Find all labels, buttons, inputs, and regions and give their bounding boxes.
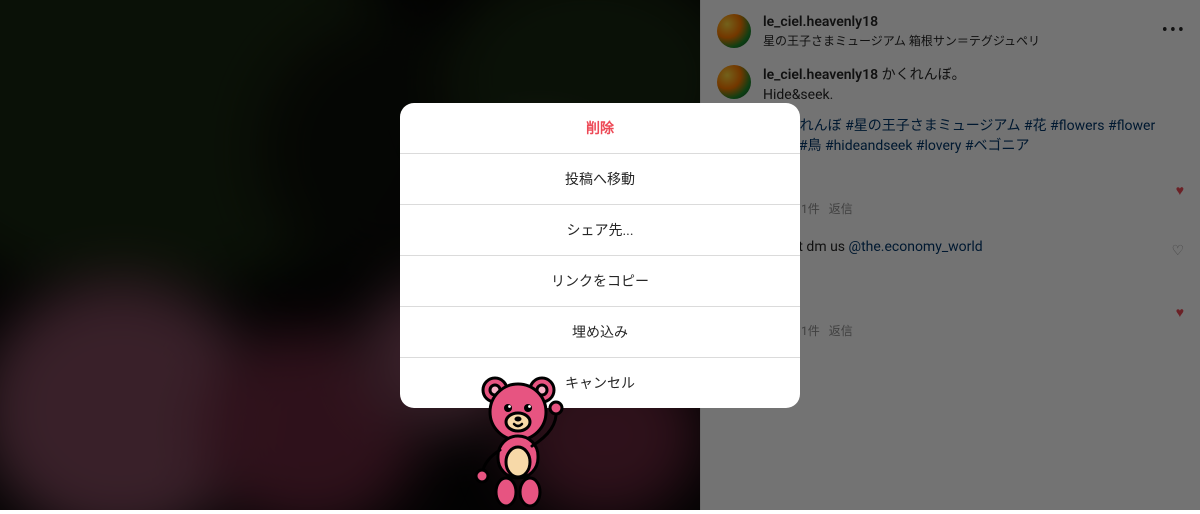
modal-overlay[interactable]: 削除 投稿へ移動 シェア先... リンクをコピー 埋め込み キャンセル	[0, 0, 1200, 510]
menu-goto-post[interactable]: 投稿へ移動	[400, 154, 800, 205]
menu-copy-link[interactable]: リンクをコピー	[400, 256, 800, 307]
menu-share-to[interactable]: シェア先...	[400, 205, 800, 256]
options-menu: 削除 投稿へ移動 シェア先... リンクをコピー 埋め込み キャンセル	[400, 103, 800, 408]
menu-delete[interactable]: 削除	[400, 103, 800, 154]
menu-cancel[interactable]: キャンセル	[400, 358, 800, 408]
menu-embed[interactable]: 埋め込み	[400, 307, 800, 358]
